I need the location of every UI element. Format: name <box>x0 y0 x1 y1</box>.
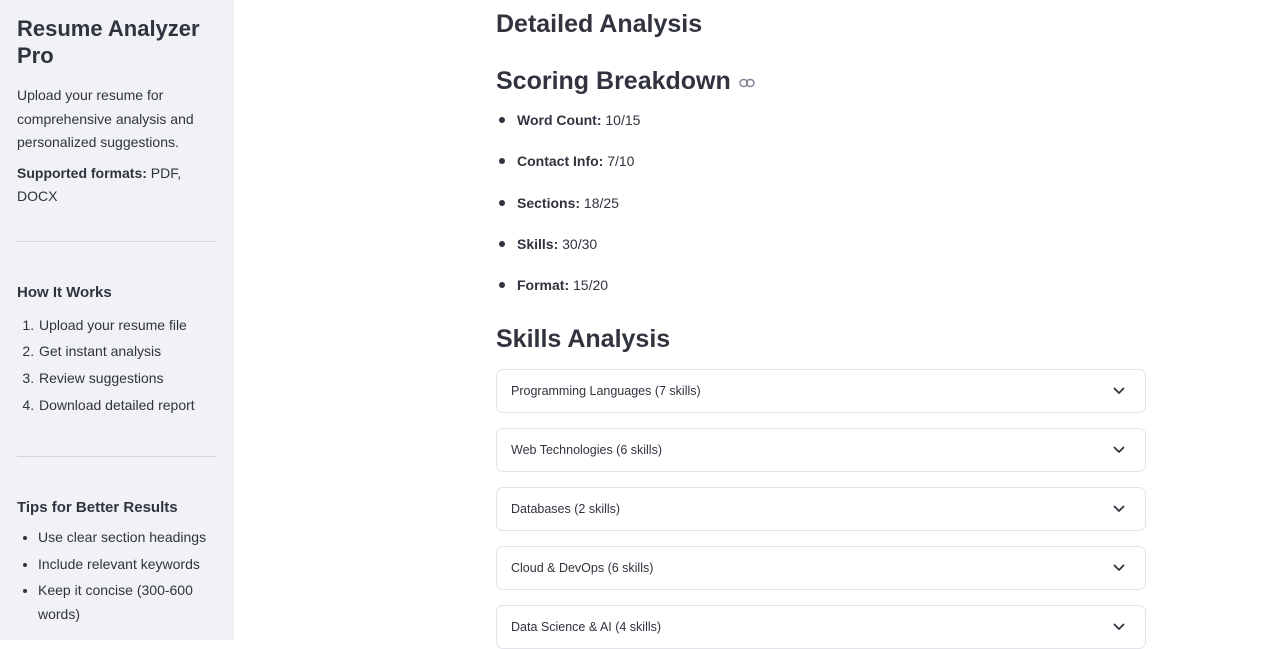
score-label: Sections: <box>517 194 581 211</box>
how-it-works-list: Upload your resume file Get instant anal… <box>17 312 217 419</box>
scoring-breakdown-title: Scoring Breakdown <box>496 67 731 95</box>
expander-label: Databases (2 skills) <box>511 502 621 517</box>
expander-databases[interactable]: Databases (2 skills) <box>496 487 1146 532</box>
score-value: 30/30 <box>562 235 598 252</box>
skills-expanders: Programming Languages (7 skills) Web Tec… <box>496 369 1146 649</box>
tips-list: Use clear section headings Include relev… <box>17 526 217 626</box>
sidebar: Resume Analyzer Pro Upload your resume f… <box>0 0 234 640</box>
score-item: Skills: 30/30 <box>496 234 1146 275</box>
main-content: Detailed Analysis Scoring Breakdown Word… <box>496 0 1146 649</box>
chevron-down-icon <box>1113 388 1125 395</box>
score-item: Format: 15/20 <box>496 275 1146 316</box>
score-value: 10/15 <box>605 112 641 128</box>
tip-item: Include relevant keywords <box>38 553 217 577</box>
score-label: Format: <box>517 277 570 294</box>
score-item: Word Count: 10/15 <box>496 110 1146 151</box>
scoring-breakdown-heading: Scoring Breakdown <box>496 65 1146 97</box>
chevron-down-icon <box>1113 624 1125 631</box>
expander-web-technologies[interactable]: Web Technologies (6 skills) <box>496 428 1146 473</box>
score-label: Word Count: <box>517 112 602 128</box>
how-step: Download detailed report <box>38 392 217 419</box>
sidebar-divider <box>17 240 216 242</box>
expander-cloud-devops[interactable]: Cloud & DevOps (6 skills) <box>496 546 1146 591</box>
chevron-down-icon <box>1113 447 1125 454</box>
score-list: Word Count: 10/15 Contact Info: 7/10 Sec… <box>496 110 1146 316</box>
expander-label: Cloud & DevOps (6 skills) <box>511 561 654 576</box>
score-item: Sections: 18/25 <box>496 193 1146 234</box>
how-step: Review suggestions <box>38 365 217 392</box>
score-label: Skills: <box>517 235 559 252</box>
score-value: 7/10 <box>607 153 635 170</box>
how-it-works-heading: How It Works <box>17 283 112 301</box>
expander-label: Web Technologies (6 skills) <box>511 443 662 458</box>
how-step: Upload your resume file <box>38 312 217 339</box>
expander-data-science-ai[interactable]: Data Science & AI (4 skills) <box>496 605 1146 649</box>
expander-label: Programming Languages (7 skills) <box>511 384 701 399</box>
expander-programming-languages[interactable]: Programming Languages (7 skills) <box>496 369 1146 414</box>
how-step: Get instant analysis <box>38 338 217 365</box>
chevron-down-icon <box>1113 565 1125 572</box>
sidebar-intro: Upload your resume for comprehensive ana… <box>17 87 194 150</box>
tip-item: Use clear section headings <box>38 526 217 550</box>
skills-analysis-heading: Skills Analysis <box>496 325 671 354</box>
score-label: Contact Info: <box>517 153 604 170</box>
tip-item: Keep it concise (300-600 words) <box>38 579 217 626</box>
supported-formats: Supported formats: PDF, DOCX <box>17 162 217 208</box>
score-value: 18/25 <box>583 194 619 211</box>
detailed-analysis-heading: Detailed Analysis <box>496 10 703 38</box>
sidebar-divider <box>17 456 216 458</box>
tips-heading: Tips for Better Results <box>17 499 178 517</box>
score-item: Contact Info: 7/10 <box>496 151 1146 192</box>
score-value: 15/20 <box>573 277 609 294</box>
chevron-down-icon <box>1113 506 1125 513</box>
app-title: Resume Analyzer Pro <box>17 16 200 68</box>
expander-label: Data Science & AI (4 skills) <box>511 620 662 635</box>
supported-formats-label: Supported formats: <box>17 164 147 181</box>
link-icon[interactable] <box>739 78 755 88</box>
